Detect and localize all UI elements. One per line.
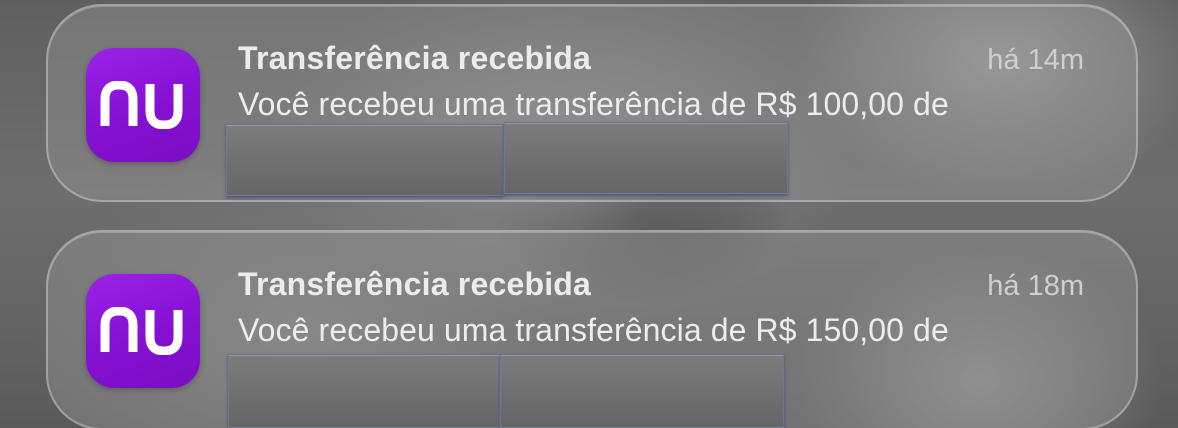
redacted-block bbox=[500, 354, 784, 428]
notification-card-2[interactable]: Transferência recebida há 18m Você receb… bbox=[46, 230, 1138, 428]
nubank-logo-icon bbox=[86, 274, 200, 388]
nubank-logo-icon bbox=[86, 48, 200, 162]
notification-title: Transferência recebida bbox=[238, 40, 592, 76]
notification-body: Você recebeu uma transferência de R$ 150… bbox=[238, 312, 949, 348]
notification-card-1[interactable]: Transferência recebida há 14m Você receb… bbox=[46, 4, 1138, 202]
redacted-block bbox=[504, 122, 788, 194]
notification-body: Você recebeu uma transferência de R$ 100… bbox=[238, 86, 949, 122]
redacted-block bbox=[226, 124, 504, 196]
notification-title: Transferência recebida bbox=[238, 266, 592, 302]
nu-logo-mark bbox=[100, 307, 183, 355]
nu-logo-mark bbox=[100, 81, 183, 129]
notification-time: há 18m bbox=[987, 270, 1084, 302]
redacted-block bbox=[228, 354, 500, 428]
notification-time: há 14m bbox=[987, 44, 1084, 76]
